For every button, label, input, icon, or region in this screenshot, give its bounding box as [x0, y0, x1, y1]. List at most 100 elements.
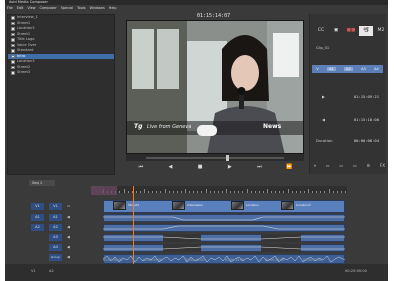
ruler-tick	[336, 191, 338, 193]
right-panel: CC ▣ ■■ 📽 M2 Clip_01 V A1 A2 A3 A4 ▶ 01:…	[309, 14, 386, 174]
record-monitor[interactable]: Tg Live from Geneva News	[126, 20, 304, 154]
ruler-tick	[328, 189, 329, 193]
footer-track-v1[interactable]: V1	[31, 269, 36, 273]
video-monitor-icon[interactable]: ▭	[67, 203, 70, 210]
ruler-tick	[189, 191, 190, 193]
menu-windows[interactable]: Windows	[90, 6, 105, 10]
ruler-tick	[242, 191, 243, 193]
clip-name: Location3	[296, 203, 311, 207]
speaker-icon[interactable]: ◀	[67, 214, 70, 221]
position-indicator[interactable]	[225, 154, 229, 161]
go-to-end-button[interactable]: ⏭	[253, 164, 265, 170]
frame-icon[interactable]: ▭	[326, 163, 330, 168]
record-track-v1[interactable]: V1	[49, 203, 62, 210]
speaker-icon[interactable]: ◀	[67, 254, 70, 261]
pause-icon[interactable]: ⏸	[314, 163, 316, 168]
track-button-a4[interactable]: A4	[374, 67, 379, 71]
track-selector: V A1 A2 A3 A4	[312, 65, 383, 73]
menu-view[interactable]: View	[27, 6, 35, 10]
speaker-icon[interactable]: ◀	[67, 224, 70, 231]
bin-panel: Interview_1 Street1 Location3 Street1 Ti…	[7, 14, 115, 175]
ruler-tick	[135, 191, 137, 193]
timeline-footer: V1 A2 00:20:00:00	[5, 264, 388, 281]
lower-third-logo: Tg	[134, 123, 143, 130]
go-to-start-button[interactable]: ⏮	[135, 164, 147, 170]
ruler-tick	[230, 191, 231, 193]
video-lane-v1: Street3 Interview1 Location Location3	[103, 200, 345, 213]
ruler-tick	[119, 191, 120, 193]
monitor-icon[interactable]: M2	[374, 26, 388, 36]
mark-in-icon[interactable]: ▶	[322, 94, 325, 99]
ruler-tick	[295, 191, 297, 193]
ruler-tick	[213, 191, 215, 193]
track-button-a3[interactable]: A3	[361, 67, 366, 71]
footer-track-a2[interactable]: A2	[49, 269, 54, 273]
cc-icon[interactable]: CC	[314, 26, 328, 36]
record-track-a2[interactable]: A2	[49, 224, 62, 231]
bin-item[interactable]: Street3	[8, 70, 114, 76]
audio-lane-a3	[103, 234, 345, 242]
clip-thumbnail	[113, 201, 126, 210]
menu-file[interactable]: File	[7, 6, 13, 10]
audio-lane-a1	[103, 214, 345, 222]
record-track-a3[interactable]: A3	[49, 234, 62, 241]
overwrite-icon[interactable]: ▭	[353, 163, 357, 168]
track-header-a2: A2 A2 ◀	[7, 223, 97, 232]
record-track-a1[interactable]: A1	[49, 214, 62, 221]
in-out-mark	[91, 186, 117, 195]
ruler-tick	[267, 189, 268, 193]
playhead[interactable]	[133, 186, 134, 264]
volume-line	[103, 216, 345, 221]
source-track-v1[interactable]: V1	[31, 203, 44, 210]
menu-edit[interactable]: Edit	[17, 6, 24, 10]
ruler-tick	[201, 191, 202, 193]
track-header-a3: A3 ◀	[7, 233, 97, 242]
speaker-icon[interactable]: ◀	[67, 234, 70, 241]
source-icon[interactable]: ▣	[329, 26, 343, 36]
film-icon[interactable]: 📽	[359, 26, 373, 36]
position-bar[interactable]	[126, 154, 304, 161]
step-back-button[interactable]: ◀	[164, 164, 176, 170]
ruler-tick	[344, 191, 346, 193]
track-button-a2[interactable]: A2	[344, 67, 353, 71]
track-button-a1[interactable]: A1	[327, 67, 336, 71]
ruler-tick	[185, 189, 186, 193]
speaker-icon[interactable]: ◀	[67, 244, 70, 251]
record-icon[interactable]: ■■	[344, 26, 358, 36]
stop-button[interactable]: ■	[194, 164, 206, 170]
clip-icon	[11, 32, 15, 36]
timeline-ruler[interactable]	[103, 186, 347, 193]
position-track	[146, 156, 284, 159]
volume-line	[103, 246, 345, 250]
mark-out-icon[interactable]: ◀	[322, 117, 325, 122]
track-header-a4: A4 ◀	[7, 243, 97, 252]
menu-help[interactable]: Help	[109, 6, 117, 10]
ruler-tick	[271, 191, 272, 193]
ruler-tick	[324, 191, 325, 193]
fast-forward-button[interactable]: ⏩	[283, 164, 295, 170]
segment-icon[interactable]: ▭	[339, 163, 343, 168]
ruler-tick	[139, 191, 141, 193]
menu-special[interactable]: Special	[61, 6, 73, 10]
track-button-v[interactable]: V	[316, 67, 318, 71]
clip-name: Interview1	[187, 203, 203, 207]
ruler-tick	[193, 191, 194, 193]
ruler-tick	[172, 191, 174, 193]
play-button[interactable]: ▶	[224, 164, 236, 170]
ruler-tick	[152, 191, 153, 193]
tool-strip: ⏸ ▭ ▭ ▭ ⚙ FX	[314, 163, 385, 168]
fx-icon[interactable]: FX	[380, 163, 385, 168]
menu-composer[interactable]: Composer	[40, 6, 57, 10]
menu-bar: File Edit View Composer Special Tools Wi…	[5, 5, 117, 11]
clip-icon	[11, 43, 15, 47]
source-track-a2[interactable]: A2	[31, 224, 44, 231]
channel-watermark: News	[263, 123, 282, 130]
menu-tools[interactable]: Tools	[77, 6, 85, 10]
settings-icon[interactable]: ⚙	[367, 163, 371, 168]
ruler-tick	[144, 189, 145, 193]
ruler-tick	[164, 189, 165, 193]
source-track-a1[interactable]: A1	[31, 214, 44, 221]
record-track-group[interactable]: Group	[49, 254, 62, 261]
record-track-a4[interactable]: A4	[49, 244, 62, 251]
ruler-tick	[123, 189, 124, 193]
